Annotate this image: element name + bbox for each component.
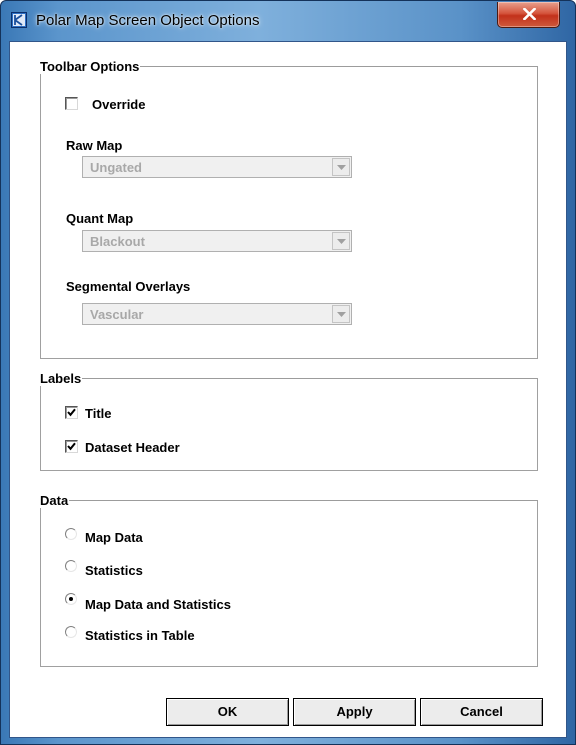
cancel-button[interactable]: Cancel [420,698,543,726]
segmental-overlays-dropdown[interactable]: Vascular [82,303,352,325]
quant-map-value: Blackout [90,234,145,249]
window-title: Polar Map Screen Object Options [36,12,260,29]
checkmark-icon [67,408,76,417]
map-data-and-statistics-label: Map Data and Statistics [85,597,231,612]
close-icon [523,8,536,20]
map-data-radio[interactable] [65,528,77,540]
raw-map-value: Ungated [90,160,142,175]
override-label: Override [92,97,146,112]
statistics-label: Statistics [85,563,143,578]
statistics-in-table-radio[interactable] [65,626,77,638]
title-checkbox[interactable] [65,406,78,419]
title-checkbox-label: Title [85,406,112,421]
statistics-radio[interactable] [65,560,77,572]
close-button[interactable] [497,2,560,28]
map-data-and-statistics-radio[interactable] [65,593,77,605]
checkmark-icon [67,442,76,451]
override-checkbox[interactable] [65,97,78,110]
chevron-down-icon[interactable] [332,232,350,250]
raw-map-label: Raw Map [66,138,123,153]
labels-legend: Labels [40,371,82,386]
dialog-window: Polar Map Screen Object Options Toolbar … [0,0,576,745]
chevron-down-icon[interactable] [332,158,350,176]
data-legend: Data [40,493,69,508]
dataset-header-label: Dataset Header [85,440,180,455]
chevron-down-icon[interactable] [332,305,350,323]
raw-map-dropdown[interactable]: Ungated [82,156,352,178]
ok-button[interactable]: OK [166,698,289,726]
quant-map-dropdown[interactable]: Blackout [82,230,352,252]
title-bar[interactable]: Polar Map Screen Object Options [1,1,575,40]
apply-button[interactable]: Apply [293,698,416,726]
segmental-overlays-label: Segmental Overlays [66,279,191,294]
radio-selected-dot [69,597,73,601]
toolbar-options-legend: Toolbar Options [40,59,140,74]
statistics-in-table-label: Statistics in Table [85,628,195,643]
segmental-overlays-value: Vascular [90,307,144,322]
map-data-label: Map Data [85,530,143,545]
labels-group: Labels [40,371,538,471]
quant-map-label: Quant Map [66,211,134,226]
dataset-header-checkbox[interactable] [65,440,78,453]
dialog-body: Toolbar Options Override Raw Map Ungated… [9,41,567,738]
app-icon [11,12,27,28]
